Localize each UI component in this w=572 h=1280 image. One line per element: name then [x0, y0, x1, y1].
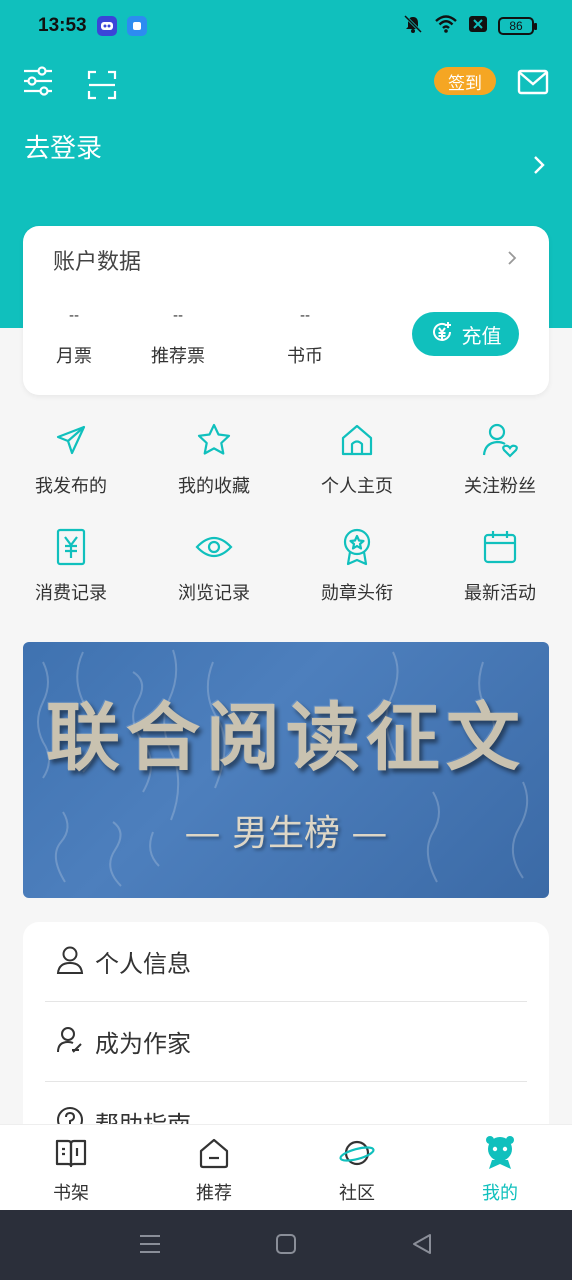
scan-icon[interactable]	[87, 70, 117, 104]
mascot-icon	[450, 1133, 550, 1173]
grid-label: 勋章头衔	[321, 583, 393, 604]
calendar-icon	[430, 527, 570, 567]
bottom-nav: 书架 推荐 社区 我的	[0, 1124, 572, 1210]
eye-icon	[144, 527, 284, 567]
account-data-card: 账户数据 -- 月票 -- 推荐票 -- 书币 充值	[23, 226, 549, 395]
nav-tab-community[interactable]: 社区	[307, 1133, 407, 1205]
signin-button[interactable]: 签到	[434, 67, 496, 95]
menu-item-profile[interactable]: 个人信息	[45, 922, 527, 1002]
chevron-right-icon[interactable]	[507, 250, 517, 270]
grid-label: 我的收藏	[178, 476, 250, 497]
grid-label: 消费记录	[35, 583, 107, 604]
status-bar: 13:53 86	[0, 0, 572, 52]
user-icon	[55, 945, 85, 979]
login-link[interactable]: 去登录	[24, 128, 102, 165]
stat-recommend-ticket[interactable]: -- 推荐票	[138, 308, 218, 368]
menu-icon[interactable]	[139, 1232, 161, 1260]
battery-icon: 86	[498, 17, 537, 35]
menu-item-become-writer[interactable]: 成为作家	[45, 1002, 527, 1082]
user-heart-icon	[430, 420, 570, 460]
nav-tab-me[interactable]: 我的	[450, 1133, 550, 1205]
medal-icon	[287, 527, 427, 567]
menu-label: 个人信息	[95, 950, 191, 978]
banner-title: 联合阅读征文	[46, 695, 526, 781]
grid-label: 我发布的	[35, 476, 107, 497]
nav-label: 推荐	[196, 1183, 232, 1204]
nav-label: 书架	[53, 1183, 89, 1204]
recharge-label: 充值	[461, 323, 502, 348]
grid-item-published[interactable]: 我发布的	[1, 420, 141, 498]
nav-label: 社区	[339, 1183, 375, 1204]
bookshelf-icon	[21, 1133, 121, 1173]
account-title: 账户数据	[53, 250, 142, 275]
stat-value: --	[299, 308, 311, 324]
grid-item-medals[interactable]: 勋章头衔	[287, 527, 427, 605]
yen-receipt-icon	[1, 527, 141, 567]
grid-item-events[interactable]: 最新活动	[430, 527, 570, 605]
star-icon	[144, 420, 284, 460]
sim-icon	[468, 15, 488, 38]
recommend-icon	[164, 1133, 264, 1173]
nav-tab-bookshelf[interactable]: 书架	[21, 1133, 121, 1205]
nav-tab-recommend[interactable]: 推荐	[164, 1133, 264, 1205]
stat-value: --	[172, 308, 184, 324]
menu-label: 成为作家	[95, 1030, 191, 1058]
home-icon	[287, 420, 427, 460]
app-notification-icon-2	[126, 16, 147, 36]
grid-label: 个人主页	[321, 476, 393, 497]
back-icon[interactable]	[411, 1232, 433, 1260]
grid-label: 浏览记录	[178, 583, 250, 604]
home-button-icon[interactable]	[275, 1232, 297, 1260]
stat-label: 月票	[56, 346, 92, 367]
app-notification-icon	[96, 16, 117, 36]
grid-item-followers[interactable]: 关注粉丝	[430, 420, 570, 498]
nav-label: 我的	[482, 1183, 518, 1204]
grid-item-favorites[interactable]: 我的收藏	[144, 420, 284, 498]
planet-icon	[307, 1133, 407, 1173]
writer-icon	[55, 1025, 85, 1059]
grid-label: 关注粉丝	[464, 476, 536, 497]
grid-label: 最新活动	[464, 583, 536, 604]
coin-icon	[430, 320, 454, 349]
stat-label: 推荐票	[151, 346, 205, 367]
chevron-right-icon[interactable]	[532, 155, 546, 179]
banner-subtitle: — 男生榜 —	[184, 813, 388, 854]
promo-banner[interactable]: 联合阅读征文 — 男生榜 —	[23, 642, 549, 898]
stat-value: --	[68, 308, 80, 324]
mail-icon[interactable]	[517, 68, 549, 100]
system-navigation-bar	[0, 1210, 572, 1280]
stat-book-coins[interactable]: -- 书币	[265, 308, 345, 368]
filter-settings-icon[interactable]	[22, 66, 54, 100]
stat-label: 书币	[287, 346, 323, 367]
status-time: 13:53	[38, 15, 87, 36]
wifi-icon	[434, 14, 458, 39]
grid-item-homepage[interactable]: 个人主页	[287, 420, 427, 498]
stat-monthly-ticket[interactable]: -- 月票	[34, 308, 114, 368]
grid-item-history[interactable]: 浏览记录	[144, 527, 284, 605]
paper-plane-icon	[1, 420, 141, 460]
grid-item-spending[interactable]: 消费记录	[1, 527, 141, 605]
recharge-button[interactable]: 充值	[412, 312, 519, 356]
mute-icon	[402, 14, 424, 39]
